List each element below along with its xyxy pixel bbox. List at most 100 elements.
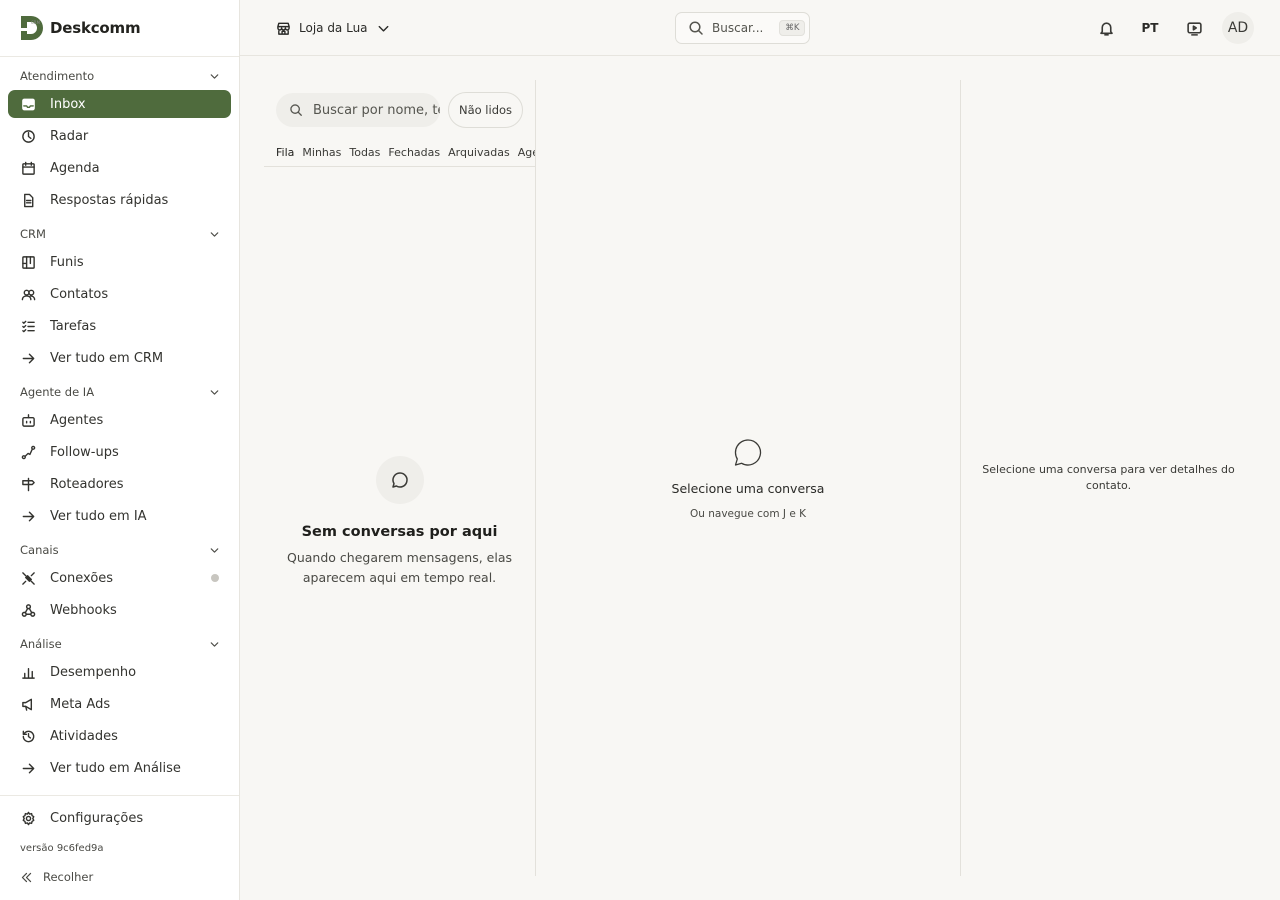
sidebar-item-ver-tudo-crm[interactable]: Ver tudo em CRM <box>0 342 239 374</box>
tab-fechadas[interactable]: Fechadas <box>388 138 440 166</box>
chevron-down-icon <box>208 638 221 651</box>
sidebar-item-webhooks[interactable]: Webhooks <box>0 594 239 626</box>
sidebar-item-label: Meta Ads <box>50 696 111 712</box>
radar-icon <box>21 129 36 144</box>
search-icon <box>289 103 303 117</box>
sidebar-item-tarefas[interactable]: Tarefas <box>0 310 239 342</box>
sidebar-item-ver-tudo-ia[interactable]: Ver tudo em IA <box>0 500 239 532</box>
sidebar-item-follow-ups[interactable]: Follow-ups <box>0 436 239 468</box>
avatar[interactable]: AD <box>1222 12 1254 44</box>
sidebar-item-label: Radar <box>50 128 89 144</box>
webhook-icon <box>21 603 36 618</box>
sidebar-item-label: Tarefas <box>50 318 97 334</box>
conversation-search-input[interactable]: Buscar por nome, telefone... <box>276 93 440 127</box>
chevron-down-icon <box>208 544 221 557</box>
sidebar-item-label: Funis <box>50 254 84 270</box>
bell-icon <box>1098 20 1115 37</box>
app-name: Deskcomm <box>50 19 141 37</box>
sidebar-item-agenda[interactable]: Agenda <box>0 152 239 184</box>
language-button[interactable]: PT <box>1128 12 1172 44</box>
sidebar-item-label: Webhooks <box>50 602 117 618</box>
topbar-actions: PT AD <box>1084 12 1254 44</box>
app-logo[interactable]: Deskcomm <box>18 14 141 42</box>
tab-minhas[interactable]: Minhas <box>302 138 341 166</box>
checklist-icon <box>21 319 36 334</box>
notifications-button[interactable] <box>1084 12 1128 44</box>
section-atendimento[interactable]: Atendimento <box>0 64 239 88</box>
store-selector[interactable]: Loja da Lua <box>276 16 391 40</box>
sidebar-item-radar[interactable]: Radar <box>0 120 239 152</box>
collapse-button[interactable]: Recolher <box>0 862 239 892</box>
conversation-search-placeholder: Buscar por nome, telefone... <box>313 102 440 118</box>
sidebar-item-conexoes[interactable]: Conexões <box>0 562 239 594</box>
sidebar-item-inbox[interactable]: Inbox <box>8 90 231 118</box>
calendar-icon <box>21 161 36 176</box>
keyboard-hint: Ou navegue com J e K <box>689 508 807 520</box>
arrow-right-icon <box>21 509 36 524</box>
sidebar-item-label: Atividades <box>50 728 118 744</box>
sidebar: Deskcomm CRM Atendimento Inbox Radar Age… <box>0 0 240 900</box>
store-name: Loja da Lua <box>299 21 368 35</box>
empty-state-description: Quando chegarem mensagens, elas aparecem… <box>287 550 512 585</box>
tab-fila[interactable]: Fila <box>276 138 294 166</box>
gear-icon <box>21 811 36 826</box>
contact-details-panel: Selecione uma conversa para ver detalhes… <box>961 80 1256 876</box>
unread-filter-button[interactable]: Não lidos <box>448 92 523 128</box>
users-icon <box>21 287 36 302</box>
arrow-right-icon <box>21 761 36 776</box>
no-conversation-selected: Selecione uma conversa Ou navegue com J … <box>536 437 960 520</box>
conversation-list-panel: Buscar por nome, telefone... Não lidos F… <box>264 80 536 876</box>
sidebar-item-label: Contatos <box>50 286 109 302</box>
signpost-icon <box>21 477 36 492</box>
bar-chart-icon <box>21 665 36 680</box>
sidebar-nav: Atendimento Inbox Radar Agenda Respostas… <box>0 64 239 784</box>
divider <box>0 56 239 57</box>
sidebar-item-label: Agentes <box>50 412 104 428</box>
tab-agendadas[interactable]: Agendadas <box>518 138 535 166</box>
empty-state: Sem conversas por aqui Quando chegarem m… <box>264 456 535 588</box>
section-canais[interactable]: Canais <box>0 538 239 562</box>
tutorial-button[interactable] <box>1172 12 1216 44</box>
section-analise[interactable]: Análise <box>0 632 239 656</box>
tab-todas[interactable]: Todas <box>349 138 380 166</box>
deskcomm-logo-icon <box>18 14 46 42</box>
sidebar-item-label: Ver tudo em CRM <box>50 350 164 366</box>
message-circle-icon <box>390 470 410 490</box>
sidebar-item-meta-ads[interactable]: Meta Ads <box>0 688 239 720</box>
sidebar-item-respostas-rapidas[interactable]: Respostas rápidas <box>0 184 239 216</box>
language-label: PT <box>1141 21 1159 35</box>
section-title: Atendimento <box>20 69 95 83</box>
section-agente-ia[interactable]: Agente de IA <box>0 380 239 404</box>
section-title: Canais <box>20 543 59 557</box>
search-icon <box>688 20 704 36</box>
select-conversation-title: Selecione uma conversa <box>671 481 825 496</box>
sidebar-item-label: Ver tudo em Análise <box>50 760 181 776</box>
chevron-down-icon <box>208 70 221 83</box>
plug-icon <box>21 571 36 586</box>
section-crm[interactable]: CRM <box>0 222 239 246</box>
sidebar-item-roteadores[interactable]: Roteadores <box>0 468 239 500</box>
video-icon <box>1186 20 1203 37</box>
sidebar-item-funis[interactable]: Funis <box>0 246 239 278</box>
contact-details-placeholder: Selecione uma conversa para ver detalhes… <box>982 463 1235 492</box>
collapse-label: Recolher <box>43 870 94 884</box>
sidebar-item-agentes[interactable]: Agentes <box>0 404 239 436</box>
sidebar-item-label: Agenda <box>50 160 100 176</box>
bot-icon <box>21 413 36 428</box>
empty-state-title: Sem conversas por aqui <box>301 524 498 540</box>
sidebar-item-configuracoes[interactable]: Configurações <box>0 802 239 834</box>
sidebar-item-label: Inbox <box>50 96 86 112</box>
sidebar-item-contatos[interactable]: Contatos <box>0 278 239 310</box>
version-label: versão 9c6fed9a <box>20 842 104 854</box>
sidebar-item-ver-tudo-analise[interactable]: Ver tudo em Análise <box>0 752 239 784</box>
route-icon <box>21 445 36 460</box>
megaphone-icon <box>21 697 36 712</box>
global-search[interactable]: Buscar... ⌘K <box>675 12 810 44</box>
section-title: CRM <box>20 227 46 241</box>
divider <box>0 795 239 796</box>
sidebar-item-atividades[interactable]: Atividades <box>0 720 239 752</box>
sidebar-item-label: Conexões <box>50 570 114 586</box>
empty-state-badge <box>375 456 424 504</box>
sidebar-item-desempenho[interactable]: Desempenho <box>0 656 239 688</box>
tab-arquivadas[interactable]: Arquivadas <box>448 138 510 166</box>
